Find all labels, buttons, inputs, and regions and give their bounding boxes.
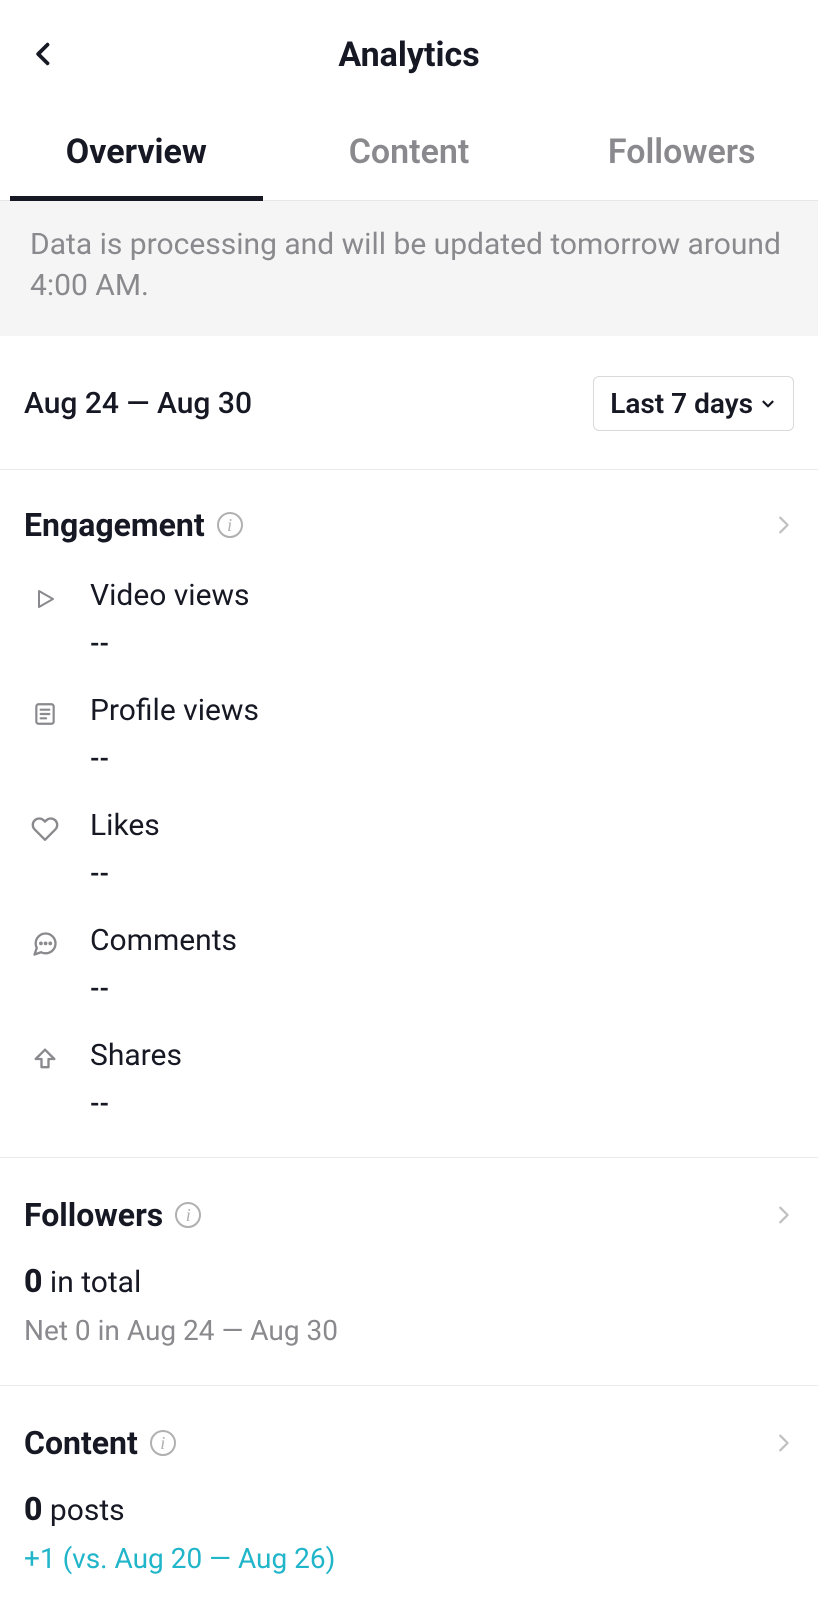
followers-title: Followers: [24, 1196, 163, 1234]
metric-label: Comments: [90, 923, 237, 958]
followers-total: 0 in total: [24, 1262, 794, 1300]
chevron-down-icon: [759, 395, 777, 413]
tabs: Overview Content Followers: [0, 110, 818, 201]
profile-icon: [32, 701, 58, 727]
engagement-section: Engagement i Video views -- Profile view…: [0, 470, 818, 1119]
followers-section: Followers i 0 in total Net 0 in Aug 24 —…: [0, 1157, 818, 1347]
comment-icon: [31, 930, 59, 958]
back-button[interactable]: [24, 34, 64, 74]
followers-header[interactable]: Followers i: [24, 1196, 794, 1234]
metric-label: Shares: [90, 1038, 182, 1073]
chevron-right-icon: [772, 1429, 794, 1457]
content-title: Content: [24, 1424, 138, 1462]
metric-label: Video views: [90, 578, 250, 613]
header: Analytics: [0, 0, 818, 110]
date-range-selector[interactable]: Last 7 days: [593, 376, 794, 431]
chevron-right-icon: [772, 1201, 794, 1229]
engagement-title: Engagement: [24, 506, 205, 544]
chevron-right-icon: [772, 511, 794, 539]
followers-total-suffix: in total: [42, 1265, 141, 1300]
page-title: Analytics: [338, 35, 479, 75]
metric-value: --: [90, 1089, 182, 1119]
metric-video-views: Video views --: [24, 544, 794, 659]
metric-likes: Likes --: [24, 774, 794, 889]
content-posts-suffix: posts: [42, 1493, 124, 1528]
content-header[interactable]: Content i: [24, 1424, 794, 1462]
engagement-header[interactable]: Engagement i: [24, 506, 794, 544]
info-icon: i: [217, 512, 243, 538]
share-icon: [31, 1045, 59, 1073]
date-row: Aug 24 — Aug 30 Last 7 days: [0, 336, 818, 470]
metric-value: --: [90, 629, 250, 659]
info-icon: i: [175, 1202, 201, 1228]
heart-icon: [31, 815, 59, 843]
metric-label: Profile views: [90, 693, 259, 728]
content-delta: +1 (vs. Aug 20 — Aug 26): [24, 1542, 794, 1575]
tab-content[interactable]: Content: [273, 110, 546, 200]
info-icon: i: [150, 1430, 176, 1456]
metric-profile-views: Profile views --: [24, 659, 794, 774]
metric-value: --: [90, 859, 160, 889]
play-icon: [33, 587, 57, 611]
date-range-text: Aug 24 — Aug 30: [24, 386, 252, 421]
processing-notice: Data is processing and will be updated t…: [0, 201, 818, 336]
content-posts-number: 0: [24, 1490, 42, 1528]
date-range-selector-label: Last 7 days: [610, 387, 753, 420]
tab-overview[interactable]: Overview: [0, 110, 273, 200]
tab-followers[interactable]: Followers: [545, 110, 818, 200]
metric-shares: Shares --: [24, 1004, 794, 1119]
chevron-left-icon: [30, 36, 58, 72]
metric-value: --: [90, 974, 237, 1004]
content-posts: 0 posts: [24, 1490, 794, 1528]
metric-value: --: [90, 744, 259, 774]
followers-net: Net 0 in Aug 24 — Aug 30: [24, 1314, 794, 1347]
metric-label: Likes: [90, 808, 160, 843]
followers-total-number: 0: [24, 1262, 42, 1300]
metric-comments: Comments --: [24, 889, 794, 1004]
content-section: Content i 0 posts +1 (vs. Aug 20 — Aug 2…: [0, 1385, 818, 1575]
